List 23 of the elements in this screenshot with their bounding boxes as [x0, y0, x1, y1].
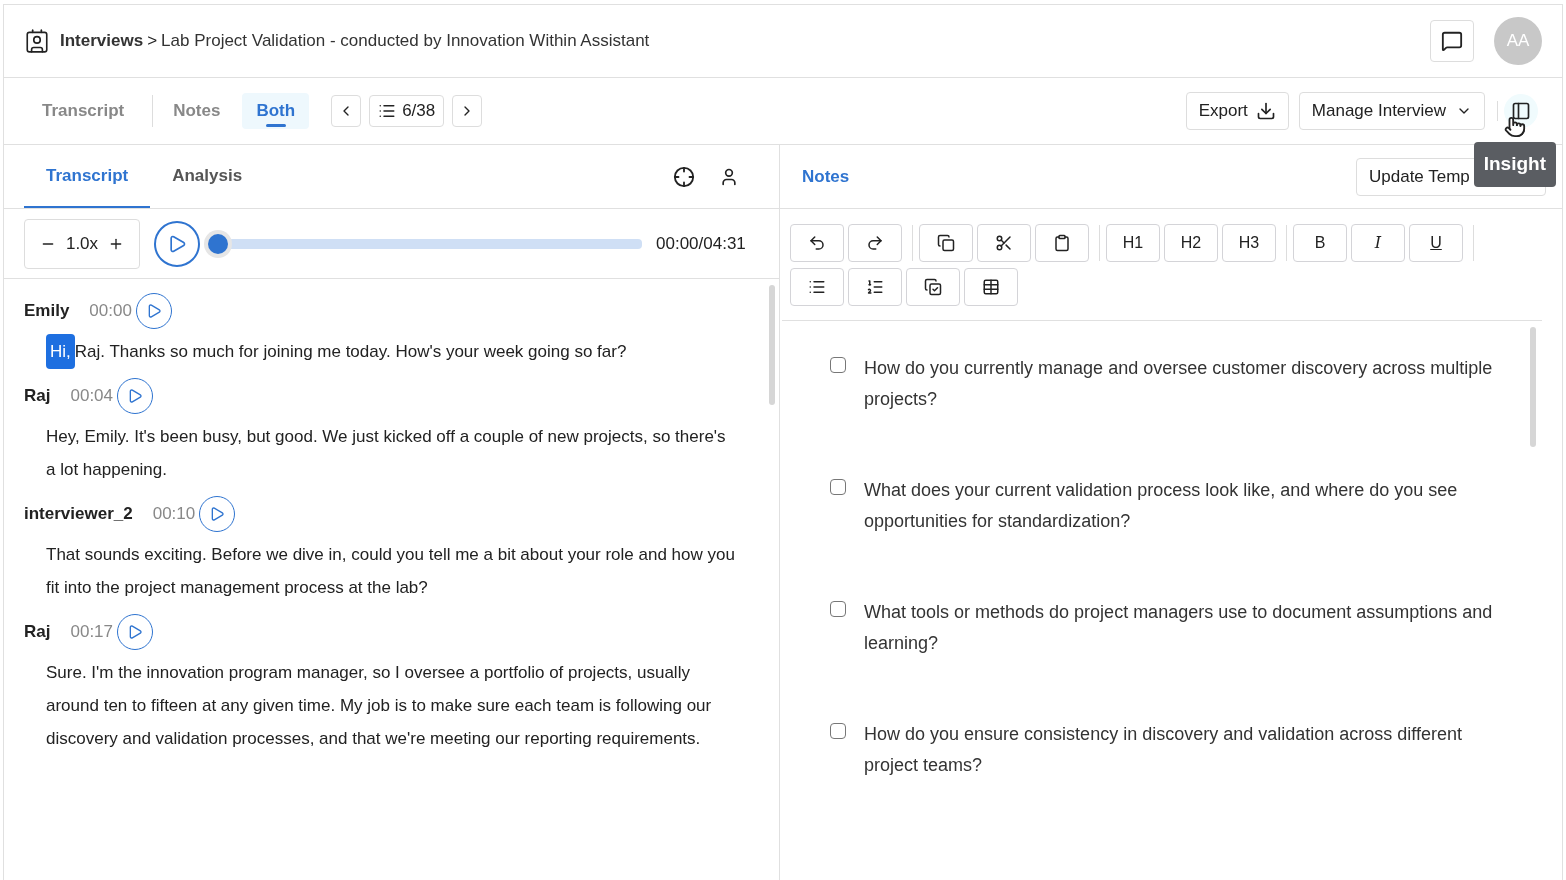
- transcript-text: Hey, Emily. It's been busy, but good. We just kicked off a couple of new projects, so there's a lot happening.: [46, 427, 726, 479]
- timestamp: 00:04: [70, 385, 113, 408]
- transcript-text: That sounds exciting. Before we dive in, could you tell me a bit about your role and how you fit into the project management process at the lab?: [46, 545, 735, 597]
- insight-tooltip: Insight: [1473, 142, 1556, 187]
- question-text: How do you ensure consistency in discovery and validation across different project teams?: [864, 723, 1463, 777]
- transcript-text: Raj. Thanks so much for joining me today. How's your week going so far?: [74, 342, 627, 361]
- speaker-name: Raj: [24, 385, 51, 408]
- playback-time: 00:00/04:31: [656, 232, 746, 255]
- highlighted-word: Hi,: [46, 334, 75, 369]
- breadcrumb-separator: >: [147, 30, 158, 53]
- question-text: How do you currently manage and oversee customer discovery across multiple projects?: [864, 357, 1494, 411]
- transcript-text: Sure. I'm the innovation program manager, so I oversee a portfolio of projects, usually around ten to fifteen at any given time. My job is to make sure each team is following our discovery and validation processes, and that we're meeting our reporting requirements.: [46, 663, 712, 748]
- speaker-name: interviewer_2: [24, 503, 133, 526]
- speaker-name: Raj: [24, 621, 51, 644]
- speaker-name: Emily: [24, 300, 70, 323]
- page-title: Lab Project Validation - conducted by Innovation Within Assistant: [161, 30, 650, 53]
- question-text: What does your current validation process look like, and where do you see opportunities for standardization?: [864, 479, 1459, 533]
- timestamp: 00:10: [152, 503, 196, 526]
- timestamp: 00:17: [70, 621, 113, 644]
- notes-heading: Notes: [802, 165, 850, 188]
- timestamp: 00:00: [89, 300, 132, 323]
- question-text: What tools or methods do project managers use to document assumptions and learning?: [864, 601, 1494, 655]
- speed-value: 1.0x: [65, 232, 99, 255]
